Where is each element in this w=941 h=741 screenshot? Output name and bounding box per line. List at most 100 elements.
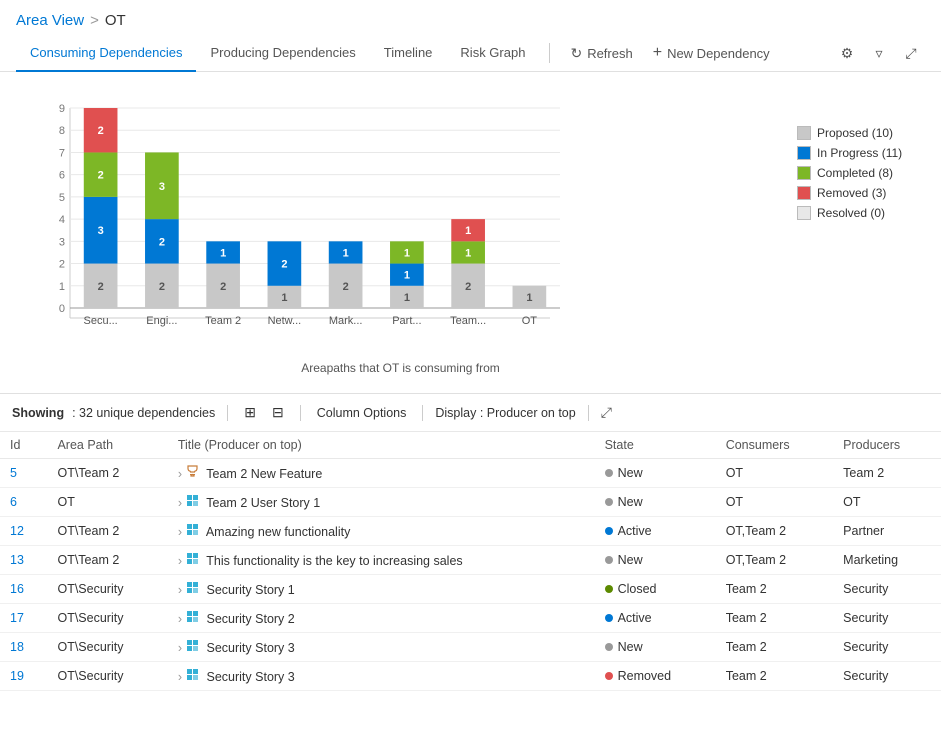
state-dot: [605, 643, 613, 651]
legend-proposed: Proposed (10): [797, 126, 905, 140]
state-dot: [605, 498, 613, 506]
toolbar-sep-3: [422, 405, 423, 421]
row-title-text: Team 2 User Story 1: [203, 496, 320, 510]
state-text: Active: [618, 524, 652, 538]
completed-count: (8): [878, 166, 893, 180]
table-header: Id Area Path Title (Producer on top) Sta…: [0, 432, 941, 459]
expand-rows-button[interactable]: ⊞: [240, 402, 260, 423]
settings-icon[interactable]: ⚙: [833, 39, 861, 67]
row-id-link[interactable]: 6: [10, 495, 17, 509]
full-expand-icon[interactable]: ⤢: [601, 404, 612, 421]
toolbar-sep-2: [300, 405, 301, 421]
row-id-link[interactable]: 17: [10, 611, 24, 625]
svg-text:0: 0: [59, 303, 65, 315]
svg-text:Team 2: Team 2: [205, 315, 241, 327]
removed-swatch: [797, 186, 811, 200]
tab-risk-graph[interactable]: Risk Graph: [446, 35, 539, 72]
row-area-path: OT\Security: [47, 604, 167, 633]
breadcrumb-area[interactable]: Area View: [16, 12, 84, 29]
new-dependency-button[interactable]: + New Dependency: [643, 38, 780, 68]
tab-consuming-dependencies[interactable]: Consuming Dependencies: [16, 35, 196, 72]
row-id-link[interactable]: 13: [10, 553, 24, 567]
row-consumers: Team 2: [716, 662, 833, 691]
svg-text:6: 6: [59, 170, 65, 182]
row-expand-icon[interactable]: ›: [178, 641, 182, 655]
row-id-link[interactable]: 16: [10, 582, 24, 596]
column-options-button[interactable]: Column Options: [313, 404, 411, 422]
inprogress-count: (11): [882, 146, 902, 160]
proposed-label: Proposed (10): [817, 126, 893, 140]
tab-timeline[interactable]: Timeline: [370, 35, 447, 72]
row-id-link[interactable]: 12: [10, 524, 24, 538]
svg-text:2: 2: [343, 281, 349, 293]
row-expand-icon[interactable]: ›: [178, 670, 182, 684]
column-options-label: Column Options: [317, 406, 407, 420]
display-label: Display : Producer on top: [435, 406, 575, 420]
row-producers: Marketing: [833, 546, 941, 575]
row-consumers: OT: [716, 459, 833, 488]
proposed-swatch: [797, 126, 811, 140]
dependency-table: Id Area Path Title (Producer on top) Sta…: [0, 432, 941, 691]
row-title-text: This functionality is the key to increas…: [203, 554, 463, 568]
svg-text:4: 4: [59, 214, 65, 226]
svg-text:1: 1: [59, 281, 65, 293]
row-state: Active: [595, 517, 716, 546]
row-producers: Security: [833, 575, 941, 604]
row-title-icon: [186, 527, 199, 539]
refresh-label: Refresh: [587, 46, 633, 61]
row-consumers: OT,Team 2: [716, 517, 833, 546]
legend-removed: Removed (3): [797, 186, 905, 200]
table-body: 5OT\Team 2› Team 2 New FeatureNewOTTeam …: [0, 459, 941, 691]
row-area-path: OT\Team 2: [47, 517, 167, 546]
row-expand-icon[interactable]: ›: [178, 467, 182, 481]
state-text: New: [618, 495, 643, 509]
svg-text:2: 2: [220, 281, 226, 293]
expand-rows-icon: ⊞: [244, 404, 256, 421]
state-dot: [605, 469, 613, 477]
svg-text:9: 9: [59, 103, 65, 115]
row-area-path: OT\Security: [47, 633, 167, 662]
col-header-consumers: Consumers: [716, 432, 833, 459]
row-expand-icon[interactable]: ›: [178, 554, 182, 568]
svg-text:1: 1: [526, 292, 532, 304]
toolbar-sep-4: [588, 405, 589, 421]
row-state: New: [595, 633, 716, 662]
row-expand-icon[interactable]: ›: [178, 525, 182, 539]
svg-text:2: 2: [159, 236, 165, 248]
table-row: 6OT› Team 2 User Story 1NewOTOT: [0, 488, 941, 517]
svg-text:Part...: Part...: [392, 315, 421, 327]
row-id-link[interactable]: 19: [10, 669, 24, 683]
table-row: 17OT\Security› Security Story 2ActiveTea…: [0, 604, 941, 633]
row-title: › Amazing new functionality: [168, 517, 595, 546]
state-dot: [605, 585, 613, 593]
svg-text:Secu...: Secu...: [84, 315, 118, 327]
refresh-button[interactable]: ↻ Refresh: [560, 39, 642, 68]
state-text: Closed: [618, 582, 657, 596]
row-consumers: Team 2: [716, 633, 833, 662]
row-id-link[interactable]: 18: [10, 640, 24, 654]
row-expand-icon[interactable]: ›: [178, 612, 182, 626]
expand-icon[interactable]: ⤢: [897, 39, 925, 67]
svg-text:8: 8: [59, 125, 65, 137]
row-state: Active: [595, 604, 716, 633]
row-area-path: OT\Security: [47, 662, 167, 691]
state-text: New: [618, 640, 643, 654]
row-title-icon: [186, 585, 199, 597]
state-text: New: [618, 553, 643, 567]
state-dot: [605, 556, 613, 564]
row-expand-icon[interactable]: ›: [178, 496, 182, 510]
col-header-area-path: Area Path: [47, 432, 167, 459]
row-id-link[interactable]: 5: [10, 466, 17, 480]
collapse-rows-button[interactable]: ⊟: [268, 402, 288, 423]
row-title-text: Security Story 2: [203, 612, 295, 626]
col-header-title: Title (Producer on top): [168, 432, 595, 459]
svg-text:3: 3: [98, 225, 104, 237]
row-title: › Team 2 User Story 1: [168, 488, 595, 517]
row-expand-icon[interactable]: ›: [178, 583, 182, 597]
filter-icon[interactable]: ▿: [865, 39, 893, 67]
table-toolbar: Showing : 32 unique dependencies ⊞ ⊟ Col…: [0, 394, 941, 432]
removed-label: Removed (3): [817, 186, 886, 200]
tab-producing-dependencies[interactable]: Producing Dependencies: [196, 35, 369, 72]
bar-chart: 01234567892322Secu...223Engi...21Team 21…: [20, 88, 580, 358]
row-area-path: OT\Security: [47, 575, 167, 604]
